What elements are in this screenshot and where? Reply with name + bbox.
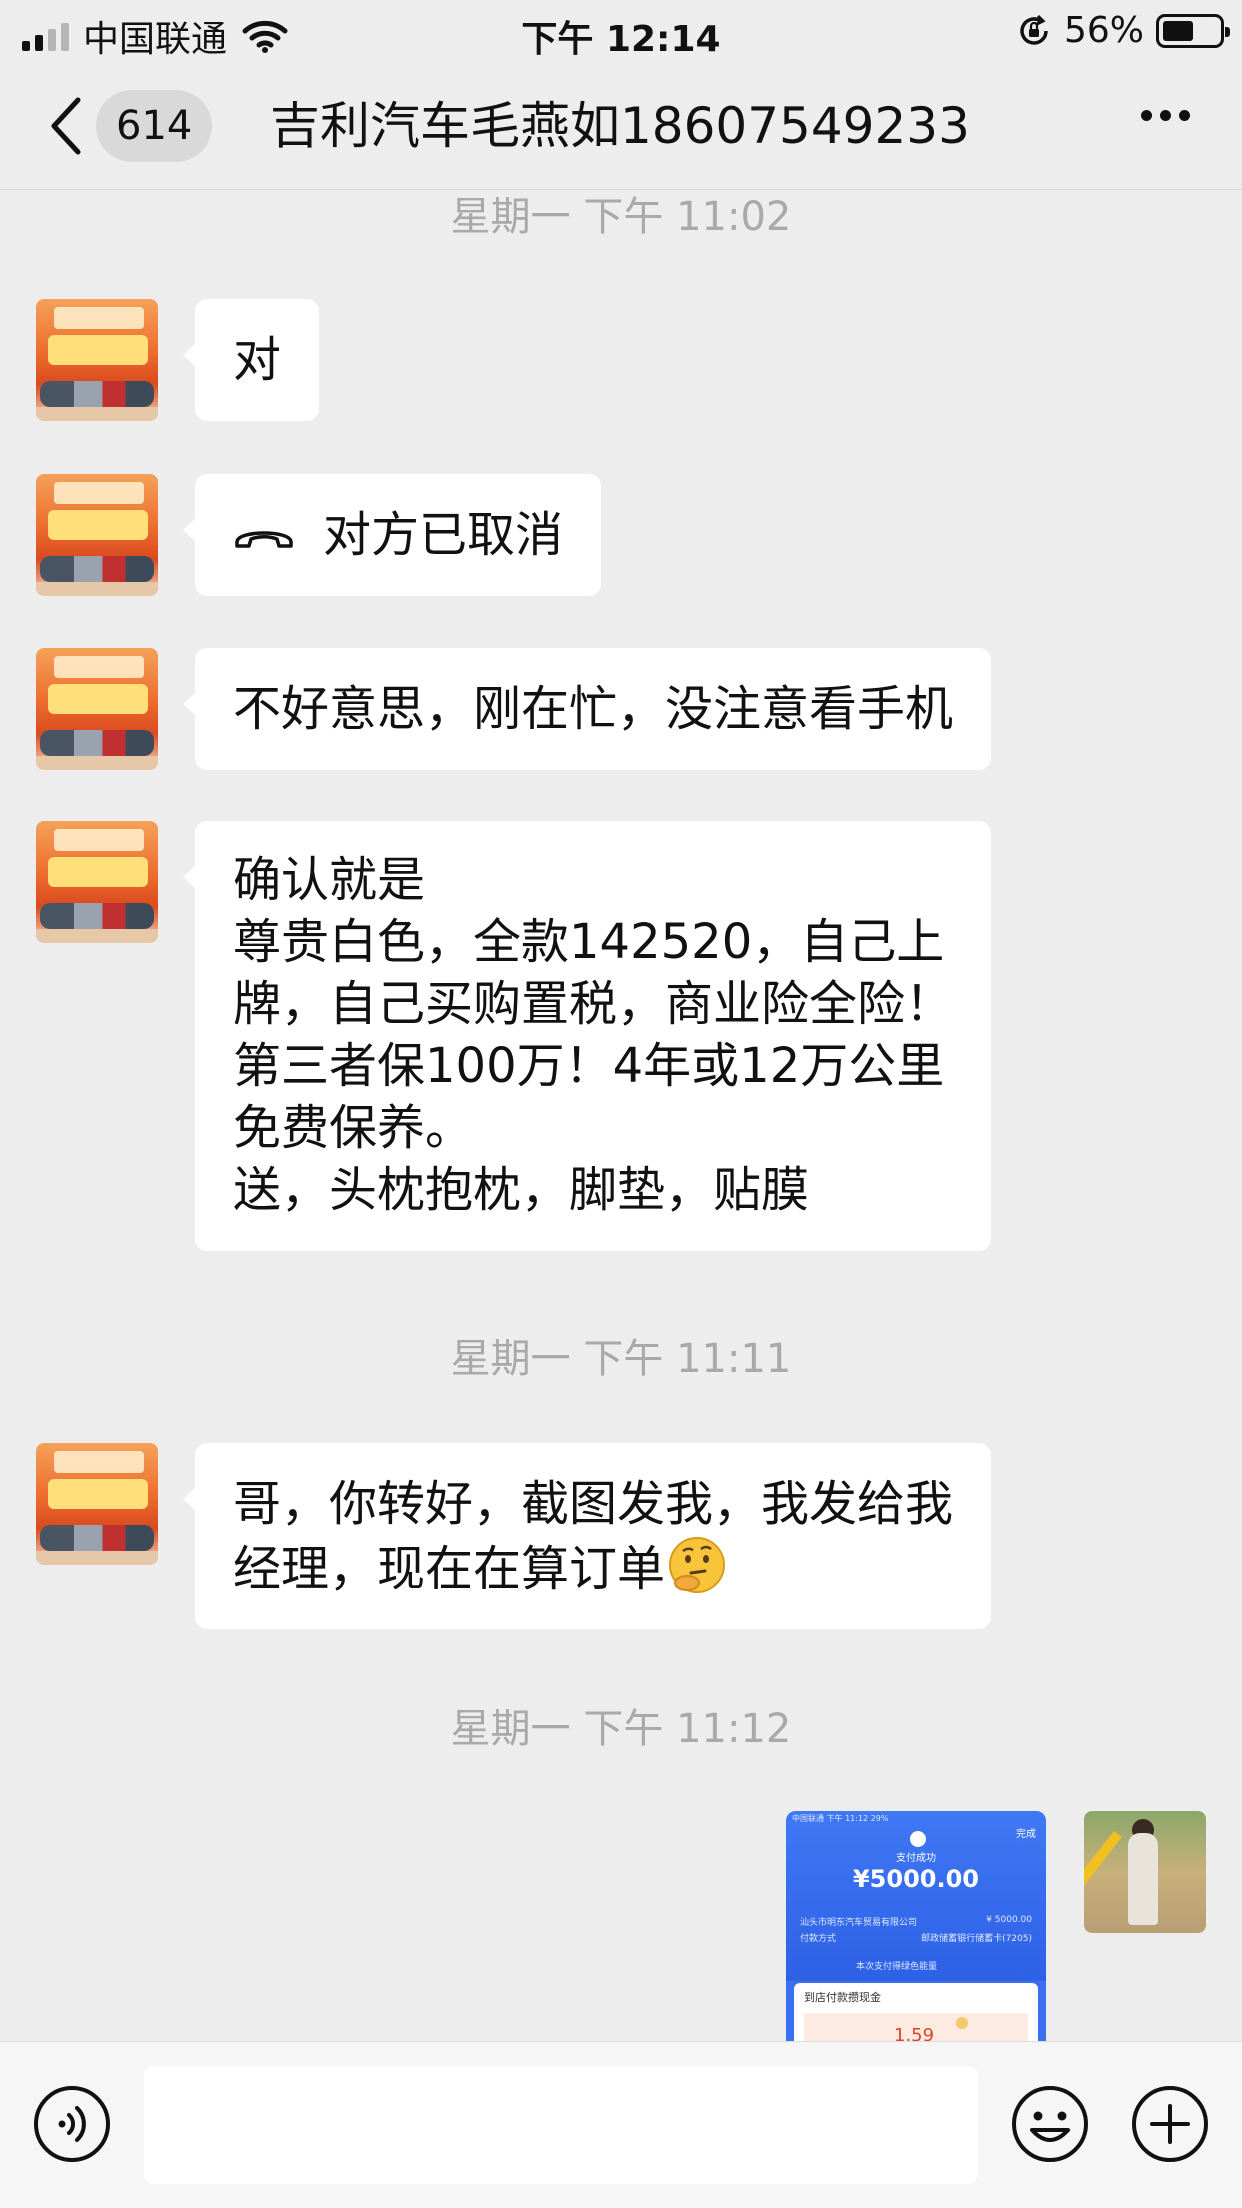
screenshot-merchant-amount: ¥ 5000.00 [986,1915,1032,1925]
message-line: 免费保养。 [233,1100,474,1156]
battery-percent: 56% [1063,10,1144,51]
message-line: 第三者保100万！4年或12万公里 [233,1038,945,1094]
battery-icon [1156,13,1230,48]
screenshot-merchant-row: 汕头市明东汽车贸易有限公司 ¥ 5000.00 [800,1915,1032,1928]
message-bubble[interactable]: 哥，你转好，截图发我，我发给我 经理，现在在算订单 [182,1443,992,1629]
status-right: 56% [1016,10,1230,51]
message-line: 经理，现在在算订单 [233,1535,953,1600]
message-text: 不好意思，刚在忙，没注意看手机 [233,681,954,737]
contact-avatar[interactable] [36,821,158,943]
plus-icon[interactable] [1130,2084,1210,2164]
screenshot-method: 邮政储蓄银行储蓄卡(7205) [921,1934,1032,1944]
input-bar [0,2041,1242,2208]
message-input[interactable] [144,2066,978,2184]
screenshot-method-label: 付款方式 [800,1934,837,1944]
message-line: 送，头枕抱枕，脚垫，贴膜 [233,1162,810,1218]
voice-icon[interactable] [32,2084,112,2164]
chat-header: 614 吉利汽车毛燕如18607549233 [0,62,1242,190]
screenshot-method-row: 付款方式 邮政储蓄银行储蓄卡(7205) [800,1931,1032,1944]
screenshot-card: 到店付款攒现金 1.59 [794,1983,1038,2041]
message-line: 哥，你转好，截图发我，我发给我 [233,1476,954,1532]
screenshot-done-label: 完成 [1016,1829,1036,1840]
contact-avatar[interactable] [36,648,158,770]
message-bubble[interactable]: 不好意思，刚在忙，没注意看手机 [182,648,992,770]
screenshot-card-number: 1.59 [894,2025,935,2041]
message-line: 尊贵白色，全款142520，自己上 [233,914,945,970]
contact-avatar[interactable] [36,1443,158,1565]
message-text: 经理，现在在算订单 [233,1541,666,1597]
coin-icon [956,2017,968,2029]
my-avatar[interactable] [1084,1811,1206,1933]
message-bubble[interactable]: 对 [182,299,320,421]
more-dots-icon[interactable] [1141,110,1190,121]
chat-title: 吉利汽车毛燕如18607549233 [270,97,970,155]
screenshot-merchant: 汕头市明东汽车贸易有限公司 [800,1918,918,1928]
thinking-face-icon [669,1537,726,1593]
time-stamp: 星期一 下午 11:11 [450,1336,792,1382]
contact-avatar[interactable] [36,299,158,421]
rotation-lock-icon [1020,14,1048,45]
time-stamp: 星期一 下午 11:12 [450,1706,792,1752]
screenshot-status-bar: 中国联通 下午 11:12 29% [792,1814,889,1823]
chat-messages: 星期一 下午 11:02 对 对方已取消 不好意思，刚在忙，没注意看手机 确认就… [0,191,1242,2041]
status-bar: 中国联通 下午 12:14 56% [0,0,1242,62]
screenshot-success-label: 支付成功 [896,1853,936,1864]
sent-payment-screenshot[interactable]: 中国联通 下午 11:12 29% 完成 支付成功 ¥5000.00 汕头市明东… [786,1811,1046,2041]
unread-count-badge[interactable]: 614 [96,90,213,162]
smile-icon[interactable] [1010,2084,1090,2164]
message-line: 牌，自己买购置税，商业险全险！ [233,976,954,1032]
message-text: 对 [233,332,282,388]
screenshot-amount: ¥5000.00 [852,1865,979,1893]
call-message-bubble[interactable]: 对方已取消 [182,474,602,596]
check-icon [910,1831,926,1847]
screenshot-green-note: 本次支付得绿色能量 [856,1962,938,1972]
screenshot-card-title: 到店付款攒现金 [804,1991,881,2004]
chevron-left-icon[interactable] [44,92,88,160]
call-status-text: 对方已取消 [323,507,564,563]
time-stamp: 星期一 下午 11:02 [450,194,792,240]
contact-avatar[interactable] [36,474,158,596]
message-line: 确认就是 [233,852,426,908]
phone-hangup-icon [235,531,293,548]
message-bubble[interactable]: 确认就是 尊贵白色，全款142520，自己上 牌，自己买购置税，商业险全险！ 第… [182,821,992,1251]
